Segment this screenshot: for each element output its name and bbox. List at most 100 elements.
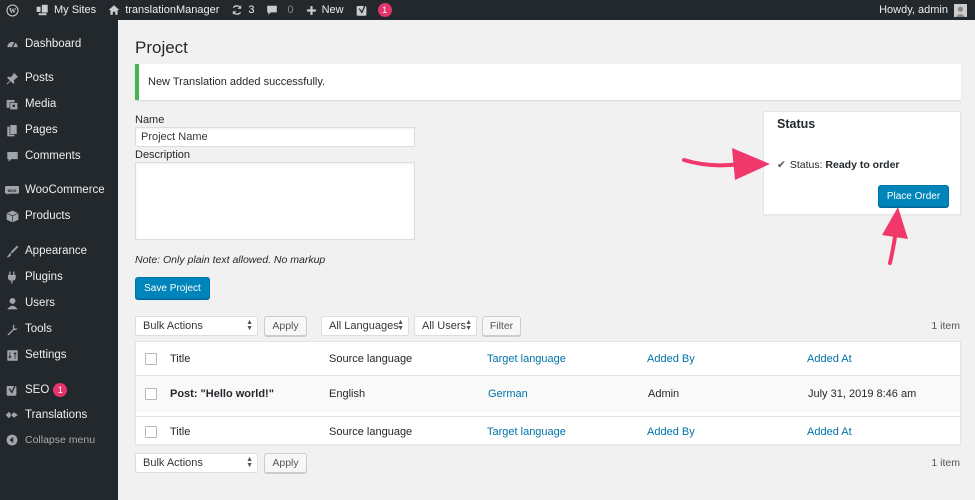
pages-icon bbox=[6, 123, 17, 136]
name-label: Name bbox=[135, 114, 165, 126]
avatar bbox=[954, 3, 967, 17]
sidebar-item-label: Comments bbox=[25, 150, 81, 162]
all-users-value: All Users bbox=[422, 320, 467, 332]
dashboard-icon bbox=[6, 41, 18, 47]
status-prefix: Status: bbox=[789, 159, 823, 171]
sidebar-item-media[interactable]: Media bbox=[0, 93, 118, 115]
plain-text-note: Note: Only plain text allowed. No markup bbox=[135, 254, 326, 266]
sidebar-item-label: Products bbox=[25, 210, 71, 222]
comment-bubble-icon bbox=[267, 5, 278, 15]
comments-menu[interactable]: 0 bbox=[260, 0, 299, 20]
yoast-icon bbox=[356, 4, 367, 16]
bulk-actions-select[interactable]: Bulk Actions ▲ ▼ bbox=[135, 316, 258, 336]
bulk-actions-value: Bulk Actions bbox=[143, 457, 203, 469]
tools-icon bbox=[6, 323, 18, 335]
sidebar-item-settings[interactable]: Settings bbox=[0, 344, 118, 366]
save-project-button[interactable]: Save Project bbox=[135, 277, 210, 299]
appearance-icon bbox=[6, 245, 18, 257]
account-menu[interactable]: Howdy, admin bbox=[873, 0, 975, 20]
select-all-checkbox[interactable] bbox=[145, 353, 157, 365]
sidebar-item-dashboard[interactable]: Dashboard bbox=[0, 33, 118, 55]
svg-text:woo: woo bbox=[7, 187, 17, 192]
sidebar-item-seo[interactable]: SEO 1 bbox=[0, 379, 118, 401]
column-added-by-footer[interactable]: Added By bbox=[647, 417, 695, 446]
woocommerce-icon: woo bbox=[5, 185, 19, 195]
admin-sidebar: Dashboard Posts Media Pages Comments woo… bbox=[0, 20, 118, 500]
updates-menu[interactable]: 3 bbox=[225, 0, 260, 20]
updates-count: 3 bbox=[248, 4, 255, 16]
project-name-input[interactable] bbox=[135, 127, 415, 147]
translations-table: Title Source language Target language Ad… bbox=[135, 341, 961, 445]
row-title[interactable]: Post: "Hello world!" bbox=[170, 376, 274, 412]
items-count-top: 1 item bbox=[931, 320, 960, 332]
page-title: Project bbox=[135, 38, 188, 57]
status-box: Status ✔ Status: Ready to order Place Or… bbox=[763, 111, 961, 215]
sidebar-item-posts[interactable]: Posts bbox=[0, 67, 118, 89]
site-name-label: translationManager bbox=[125, 4, 220, 16]
comments-icon bbox=[6, 151, 18, 162]
sidebar-item-appearance[interactable]: Appearance bbox=[0, 240, 118, 262]
translations-icon bbox=[5, 411, 19, 419]
sidebar-item-translations[interactable]: Translations bbox=[0, 404, 118, 426]
select-all-checkbox-footer[interactable] bbox=[145, 426, 157, 438]
column-added-by-header[interactable]: Added By bbox=[647, 342, 695, 375]
bulk-actions-value: Bulk Actions bbox=[143, 320, 203, 332]
sidebar-item-label: Tools bbox=[25, 323, 52, 335]
bulk-actions-select-bottom[interactable]: Bulk Actions ▲ ▼ bbox=[135, 453, 258, 473]
sidebar-item-label: Posts bbox=[25, 72, 54, 84]
greeting-label: Howdy, admin bbox=[879, 4, 948, 16]
all-users-select[interactable]: All Users ▲ ▼ bbox=[414, 316, 477, 336]
products-icon bbox=[6, 210, 18, 222]
sidebar-item-plugins[interactable]: Plugins bbox=[0, 266, 118, 288]
sidebar-item-products[interactable]: Products bbox=[0, 205, 118, 227]
select-arrows-icon: ▲ ▼ bbox=[246, 319, 253, 332]
items-count-bottom: 1 item bbox=[931, 457, 960, 469]
place-order-button[interactable]: Place Order bbox=[878, 185, 949, 207]
sidebar-item-label: Media bbox=[25, 98, 57, 110]
row-target-language[interactable]: German bbox=[488, 376, 528, 412]
svg-text:W: W bbox=[9, 7, 17, 15]
column-added-at-footer[interactable]: Added At bbox=[807, 417, 852, 446]
sidebar-item-label: Settings bbox=[25, 349, 67, 361]
collapse-menu-button[interactable]: Collapse menu bbox=[0, 429, 118, 451]
column-title-footer: Title bbox=[170, 425, 191, 438]
sidebar-item-label: Dashboard bbox=[25, 38, 82, 50]
my-sites-menu[interactable]: My Sites bbox=[30, 0, 102, 20]
sidebar-item-users[interactable]: Users bbox=[0, 292, 118, 314]
sidebar-item-label: WooCommerce bbox=[25, 184, 105, 196]
checkmark-icon: ✔ bbox=[777, 159, 786, 171]
row-checkbox[interactable] bbox=[145, 388, 157, 400]
main-content: Project New Translation added successful… bbox=[118, 20, 975, 500]
apply-button-bottom[interactable]: Apply bbox=[264, 453, 307, 473]
sidebar-item-label: Appearance bbox=[25, 245, 88, 257]
yoast-menu[interactable]: 1 bbox=[350, 0, 398, 20]
table-row: Post: "Hello world!" English German Admi… bbox=[136, 376, 960, 412]
apply-button[interactable]: Apply bbox=[264, 316, 307, 336]
filter-button[interactable]: Filter bbox=[482, 316, 521, 336]
collapse-arrow-icon bbox=[6, 434, 18, 446]
updates-icon bbox=[233, 5, 242, 15]
all-languages-select[interactable]: All Languages ▲ ▼ bbox=[321, 316, 409, 336]
status-line: ✔ Status: Ready to order bbox=[777, 159, 900, 171]
column-target-language-footer[interactable]: Target language bbox=[487, 417, 566, 446]
sidebar-item-woocommerce[interactable]: woo WooCommerce bbox=[0, 179, 118, 201]
sidebar-item-comments[interactable]: Comments bbox=[0, 145, 118, 167]
sidebar-item-tools[interactable]: Tools bbox=[0, 318, 118, 340]
my-sites-label: My Sites bbox=[54, 4, 97, 16]
row-source-language: English bbox=[329, 388, 366, 400]
seo-badge: 1 bbox=[53, 383, 68, 397]
new-content-menu[interactable]: New bbox=[300, 0, 350, 20]
site-name-menu[interactable]: translationManager bbox=[102, 0, 225, 20]
column-added-at-header[interactable]: Added At bbox=[807, 342, 852, 375]
description-textarea[interactable] bbox=[135, 162, 415, 240]
wp-logo-menu[interactable]: W bbox=[0, 0, 30, 20]
admin-bar: W My Sites translationManager 3 0 New 1 … bbox=[0, 0, 975, 20]
select-arrows-icon: ▲ ▼ bbox=[246, 456, 253, 469]
success-notice: New Translation added successfully. bbox=[135, 64, 961, 100]
all-languages-value: All Languages bbox=[329, 320, 399, 332]
column-target-language-header[interactable]: Target language bbox=[487, 342, 566, 375]
sidebar-item-pages[interactable]: Pages bbox=[0, 119, 118, 141]
status-value: Ready to order bbox=[825, 159, 900, 171]
table-footer-row: Title Source language Target language Ad… bbox=[136, 416, 960, 446]
home-icon bbox=[108, 5, 120, 15]
